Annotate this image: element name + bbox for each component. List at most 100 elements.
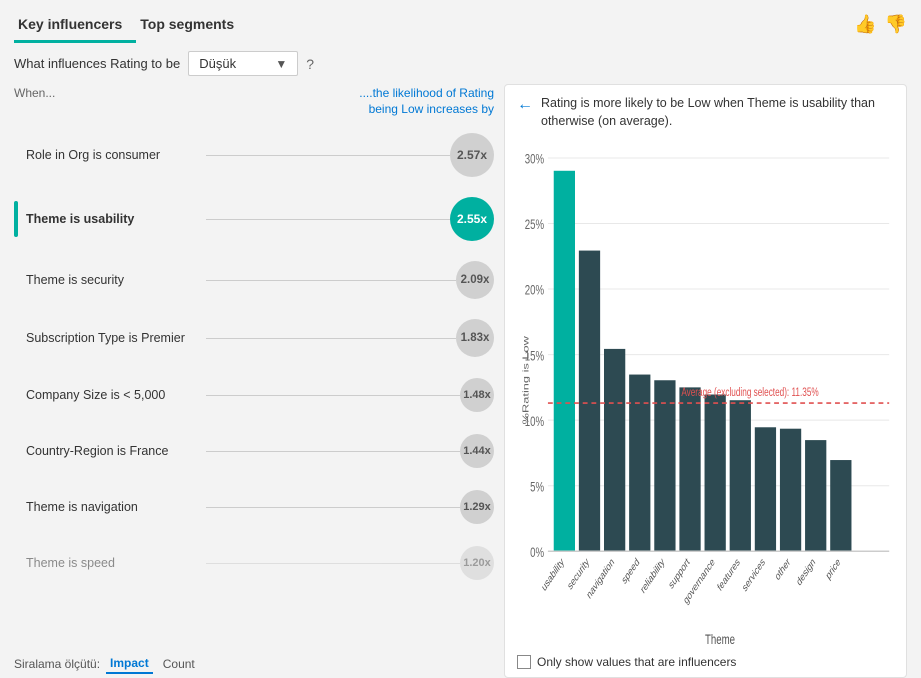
row-line (206, 219, 450, 220)
main-container: Key influencers Top segments 👍 👎 What in… (0, 0, 921, 676)
svg-text:design: design (795, 556, 817, 589)
tabs-left: Key influencers Top segments (14, 10, 248, 43)
row-line-container: 2.55x (206, 197, 494, 241)
influencer-bubble: 1.83x (456, 319, 494, 357)
selection-indicator (14, 262, 18, 298)
bar-navigation[interactable] (604, 349, 625, 551)
influencer-list: Role in Org is consumer 2.57x Theme is u… (14, 123, 494, 646)
rating-dropdown[interactable]: Düşük ▼ (188, 51, 298, 76)
sort-bar: Siralama ölçütü: Impact Count (14, 646, 494, 678)
tab-top-segments[interactable]: Top segments (136, 10, 248, 43)
influencer-label: Role in Org is consumer (26, 148, 206, 162)
influencer-bubble: 2.55x (450, 197, 494, 241)
influencer-bubble: 1.20x (460, 546, 494, 580)
influencer-bubble: 2.57x (450, 133, 494, 177)
svg-text:support: support (667, 556, 692, 592)
col-when-label: When... (14, 86, 55, 100)
svg-text:%Rating is Low: %Rating is Low (521, 336, 531, 424)
selection-indicator (14, 545, 18, 581)
influencer-row[interactable]: Subscription Type is Premier 1.83x (14, 309, 494, 367)
sort-option-impact[interactable]: Impact (106, 654, 153, 674)
bar-price[interactable] (830, 460, 851, 551)
checkbox-row: Only show values that are influencers (517, 651, 894, 669)
svg-text:Theme: Theme (705, 631, 735, 647)
back-arrow-icon[interactable]: ← (517, 96, 533, 114)
thumbs-up-icon[interactable]: 👍 (854, 14, 876, 35)
row-line-container: 1.29x (206, 490, 494, 524)
bar-security[interactable] (579, 251, 600, 552)
influencer-row[interactable]: Theme is speed 1.20x (14, 535, 494, 591)
row-line (206, 563, 460, 564)
svg-text:navigation: navigation (585, 556, 616, 602)
bar-design[interactable] (805, 440, 826, 551)
subtitle-label: What influences Rating to be (14, 56, 180, 71)
influencer-row[interactable]: Theme is security 2.09x (14, 251, 494, 309)
influencer-row[interactable]: Country-Region is France 1.44x (14, 423, 494, 479)
bar-speed[interactable] (629, 375, 650, 552)
influencer-label: Theme is usability (26, 212, 206, 226)
left-panel: When... ....the likelihood of Rating bei… (14, 84, 494, 678)
bar-services[interactable] (755, 427, 776, 551)
subtitle-bar: What influences Rating to be Düşük ▼ ? (0, 43, 921, 84)
bar-other[interactable] (780, 429, 801, 552)
svg-text:0%: 0% (530, 544, 544, 560)
influencer-bubble: 1.48x (460, 378, 494, 412)
bar-reliability[interactable] (654, 380, 675, 551)
selection-indicator (14, 433, 18, 469)
row-line-container: 2.57x (206, 133, 494, 177)
influencer-bubble: 1.29x (460, 490, 494, 524)
tabs-bar: Key influencers Top segments 👍 👎 (0, 0, 921, 43)
checkbox-label: Only show values that are influencers (537, 655, 736, 669)
col-likelihood-label: ....the likelihood of Rating being Low i… (334, 86, 494, 117)
influencer-bubble: 2.09x (456, 261, 494, 299)
svg-text:price: price (824, 556, 842, 583)
svg-text:other: other (774, 555, 793, 583)
right-panel-header: ← Rating is more likely to be Low when T… (517, 95, 894, 130)
help-icon[interactable]: ? (306, 56, 314, 72)
selection-indicator (14, 377, 18, 413)
main-content: When... ....the likelihood of Rating bei… (0, 84, 921, 678)
influencer-label: Company Size is < 5,000 (26, 388, 206, 402)
svg-text:usability: usability (540, 556, 566, 594)
influencer-label: Country-Region is France (26, 444, 206, 458)
svg-text:features: features (716, 556, 742, 594)
thumbs-down-icon[interactable]: 👎 (885, 14, 907, 35)
influencer-row[interactable]: Theme is usability 2.55x (14, 187, 494, 251)
tab-key-influencers[interactable]: Key influencers (14, 10, 136, 43)
bar-chart-svg: 30% 25% 20% 15% 10% 5% 0% %Rating is Low (517, 138, 894, 651)
svg-text:services: services (741, 556, 767, 595)
svg-text:security: security (566, 556, 591, 593)
influencer-row[interactable]: Theme is navigation 1.29x (14, 479, 494, 535)
row-line-container: 1.83x (206, 319, 494, 357)
influencer-row[interactable]: Company Size is < 5,000 1.48x (14, 367, 494, 423)
sort-prefix-label: Siralama ölçütü: (14, 657, 100, 671)
row-line (206, 155, 450, 156)
sort-option-count[interactable]: Count (159, 655, 199, 673)
influencer-label: Theme is speed (26, 556, 206, 570)
influencer-label: Theme is security (26, 273, 206, 287)
row-line-container: 1.48x (206, 378, 494, 412)
bar-usability[interactable] (554, 171, 575, 551)
bar-features[interactable] (730, 400, 751, 551)
show-influencers-checkbox[interactable] (517, 655, 531, 669)
dropdown-arrow-icon: ▼ (275, 57, 287, 71)
dropdown-value: Düşük (199, 56, 236, 71)
bar-chart-container: 30% 25% 20% 15% 10% 5% 0% %Rating is Low (517, 138, 894, 651)
row-line (206, 395, 460, 396)
influencer-label: Theme is navigation (26, 500, 206, 514)
svg-text:20%: 20% (525, 282, 544, 298)
influencer-row[interactable]: Role in Org is consumer 2.57x (14, 123, 494, 187)
svg-text:5%: 5% (530, 479, 544, 495)
bar-support[interactable] (679, 387, 700, 551)
tabs-right: 👍 👎 (854, 14, 907, 39)
bar-governance[interactable] (705, 395, 726, 552)
row-line (206, 451, 460, 452)
right-panel: ← Rating is more likely to be Low when T… (504, 84, 907, 678)
selection-indicator (14, 201, 18, 237)
row-line (206, 338, 456, 339)
svg-text:reliability: reliability (639, 556, 667, 597)
row-line (206, 280, 456, 281)
average-line-label: Average (excluding selected): 11.35% (681, 387, 818, 400)
svg-text:speed: speed (620, 556, 641, 587)
selection-indicator (14, 137, 18, 173)
